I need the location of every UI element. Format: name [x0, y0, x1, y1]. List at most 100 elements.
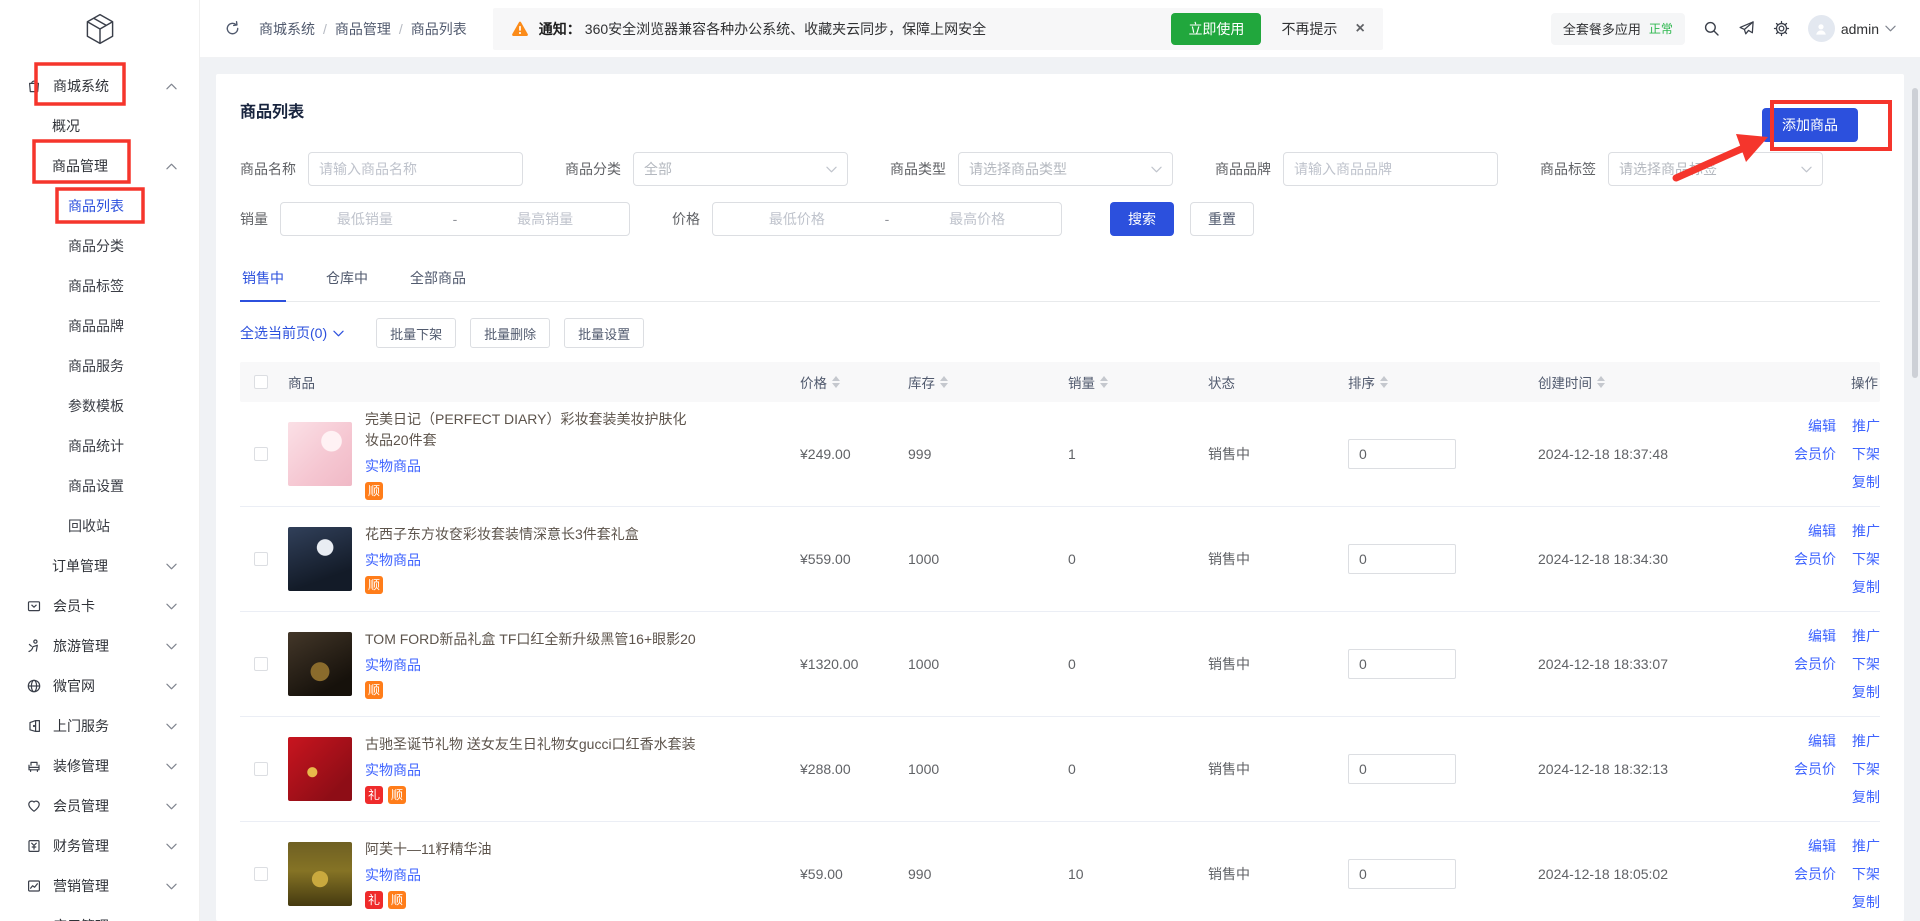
copy-link[interactable]: 复制: [1852, 472, 1880, 492]
batch-off-shelf-button[interactable]: 批量下架: [376, 318, 456, 348]
close-icon[interactable]: ×: [1355, 20, 1364, 38]
max-price-input[interactable]: [893, 211, 1061, 227]
product-type-link[interactable]: 实物商品: [365, 655, 696, 675]
sidebar-item-goods-service[interactable]: 商品服务: [0, 346, 199, 386]
page-scrollbar[interactable]: [1912, 88, 1918, 378]
sort-input[interactable]: [1348, 439, 1456, 469]
copy-link[interactable]: 复制: [1852, 787, 1880, 807]
product-title[interactable]: 完美日记（PERFECT DIARY）彩妆套装美妆护肤化妆品20件套: [365, 409, 697, 451]
tag-select[interactable]: 请选择商品标签: [1608, 152, 1823, 186]
product-name-input[interactable]: [308, 152, 523, 186]
off-shelf-link[interactable]: 下架: [1852, 444, 1880, 464]
sidebar-item-travel-mgmt[interactable]: 旅游管理: [0, 626, 199, 666]
max-sales-input[interactable]: [461, 211, 629, 227]
sidebar-item-goods-settings[interactable]: 商品设置: [0, 466, 199, 506]
sidebar-item-finance-mgmt[interactable]: 财务管理: [0, 826, 199, 866]
sidebar-item-member-mgmt[interactable]: 会员管理: [0, 786, 199, 826]
sidebar-item-overview[interactable]: 概况: [0, 106, 199, 146]
sidebar-item-recycle-bin[interactable]: 回收站: [0, 506, 199, 546]
sidebar-item-micro-site[interactable]: 微官网: [0, 666, 199, 706]
row-checkbox[interactable]: [254, 552, 268, 566]
row-checkbox[interactable]: [254, 867, 268, 881]
product-type-link[interactable]: 实物商品: [365, 456, 697, 476]
off-shelf-link[interactable]: 下架: [1852, 759, 1880, 779]
member-price-link[interactable]: 会员价: [1794, 759, 1836, 779]
product-title[interactable]: 古驰圣诞节礼物 送女友生日礼物女gucci口红香水套装: [365, 734, 696, 755]
user-menu[interactable]: admin: [1808, 15, 1896, 42]
product-title[interactable]: 阿芙十—11籽精华油: [365, 839, 492, 860]
product-type-link[interactable]: 实物商品: [365, 550, 639, 570]
sidebar-item-member-card[interactable]: 会员卡: [0, 586, 199, 626]
edit-link[interactable]: 编辑: [1808, 836, 1836, 856]
add-product-button[interactable]: 添加商品: [1762, 108, 1858, 142]
row-checkbox[interactable]: [254, 447, 268, 461]
sidebar-item-order-mgmt[interactable]: 订单管理: [0, 546, 199, 586]
refresh-icon[interactable]: [224, 20, 241, 37]
search-icon[interactable]: [1703, 20, 1720, 37]
type-select[interactable]: 请选择商品类型: [958, 152, 1173, 186]
sort-toggle[interactable]: [1597, 376, 1605, 388]
tab-in-warehouse[interactable]: 仓库中: [324, 262, 370, 301]
product-type-link[interactable]: 实物商品: [365, 760, 696, 780]
promote-link[interactable]: 推广: [1852, 836, 1880, 856]
edit-link[interactable]: 编辑: [1808, 416, 1836, 436]
brand-input[interactable]: [1283, 152, 1498, 186]
off-shelf-link[interactable]: 下架: [1852, 654, 1880, 674]
sort-toggle[interactable]: [832, 376, 840, 388]
batch-settings-button[interactable]: 批量设置: [564, 318, 644, 348]
sidebar-item-door-service[interactable]: 上门服务: [0, 706, 199, 746]
sort-toggle[interactable]: [1100, 376, 1108, 388]
tab-on-sale[interactable]: 销售中: [240, 262, 286, 301]
reset-button[interactable]: 重置: [1190, 202, 1254, 236]
row-checkbox[interactable]: [254, 762, 268, 776]
sort-input[interactable]: [1348, 649, 1456, 679]
product-type-link[interactable]: 实物商品: [365, 865, 492, 885]
row-checkbox[interactable]: [254, 657, 268, 671]
sort-input[interactable]: [1348, 754, 1456, 784]
sort-toggle[interactable]: [940, 376, 948, 388]
min-price-input[interactable]: [713, 211, 881, 227]
sidebar-item-goods-list[interactable]: 商品列表: [0, 186, 199, 226]
sort-toggle[interactable]: [1380, 376, 1388, 388]
batch-delete-button[interactable]: 批量删除: [470, 318, 550, 348]
promote-link[interactable]: 推广: [1852, 626, 1880, 646]
product-title[interactable]: 花西子东方妆奁彩妆套装情深意长3件套礼盒: [365, 524, 639, 545]
sidebar-item-decor-mgmt[interactable]: 装修管理: [0, 746, 199, 786]
rocket-icon[interactable]: [1738, 20, 1755, 37]
plan-badge[interactable]: 全套餐多应用 正常: [1551, 13, 1685, 45]
sidebar-item-goods-mgmt[interactable]: 商品管理: [0, 146, 199, 186]
copy-link[interactable]: 复制: [1852, 682, 1880, 702]
sidebar-item-marketing-mgmt[interactable]: 营销管理: [0, 866, 199, 906]
min-sales-input[interactable]: [281, 211, 449, 227]
sidebar-item-shop-system[interactable]: 商城系统: [0, 66, 199, 106]
select-all-link[interactable]: 全选当前页(0): [240, 323, 344, 343]
promote-link[interactable]: 推广: [1852, 731, 1880, 751]
sidebar-item-goods-category[interactable]: 商品分类: [0, 226, 199, 266]
sidebar-item-param-template[interactable]: 参数模板: [0, 386, 199, 426]
category-select[interactable]: 全部: [633, 152, 848, 186]
copy-link[interactable]: 复制: [1852, 892, 1880, 912]
member-price-link[interactable]: 会员价: [1794, 444, 1836, 464]
sidebar-item-goods-stats[interactable]: 商品统计: [0, 426, 199, 466]
breadcrumb-item[interactable]: 商品管理: [335, 21, 391, 37]
member-price-link[interactable]: 会员价: [1794, 549, 1836, 569]
member-price-link[interactable]: 会员价: [1794, 654, 1836, 674]
sidebar-item-app-mgmt[interactable]: 应用管理: [0, 906, 199, 921]
edit-link[interactable]: 编辑: [1808, 626, 1836, 646]
edit-link[interactable]: 编辑: [1808, 731, 1836, 751]
gear-icon[interactable]: [1773, 20, 1790, 37]
member-price-link[interactable]: 会员价: [1794, 864, 1836, 884]
off-shelf-link[interactable]: 下架: [1852, 549, 1880, 569]
product-title[interactable]: TOM FORD新品礼盒 TF口红全新升级黑管16+眼影20: [365, 629, 696, 650]
copy-link[interactable]: 复制: [1852, 577, 1880, 597]
sort-input[interactable]: [1348, 859, 1456, 889]
off-shelf-link[interactable]: 下架: [1852, 864, 1880, 884]
promote-link[interactable]: 推广: [1852, 416, 1880, 436]
sidebar-item-goods-brand[interactable]: 商品品牌: [0, 306, 199, 346]
edit-link[interactable]: 编辑: [1808, 521, 1836, 541]
search-button[interactable]: 搜索: [1110, 202, 1174, 236]
promote-link[interactable]: 推广: [1852, 521, 1880, 541]
breadcrumb-item[interactable]: 商城系统: [259, 21, 315, 37]
sort-input[interactable]: [1348, 544, 1456, 574]
sidebar-item-goods-tag[interactable]: 商品标签: [0, 266, 199, 306]
